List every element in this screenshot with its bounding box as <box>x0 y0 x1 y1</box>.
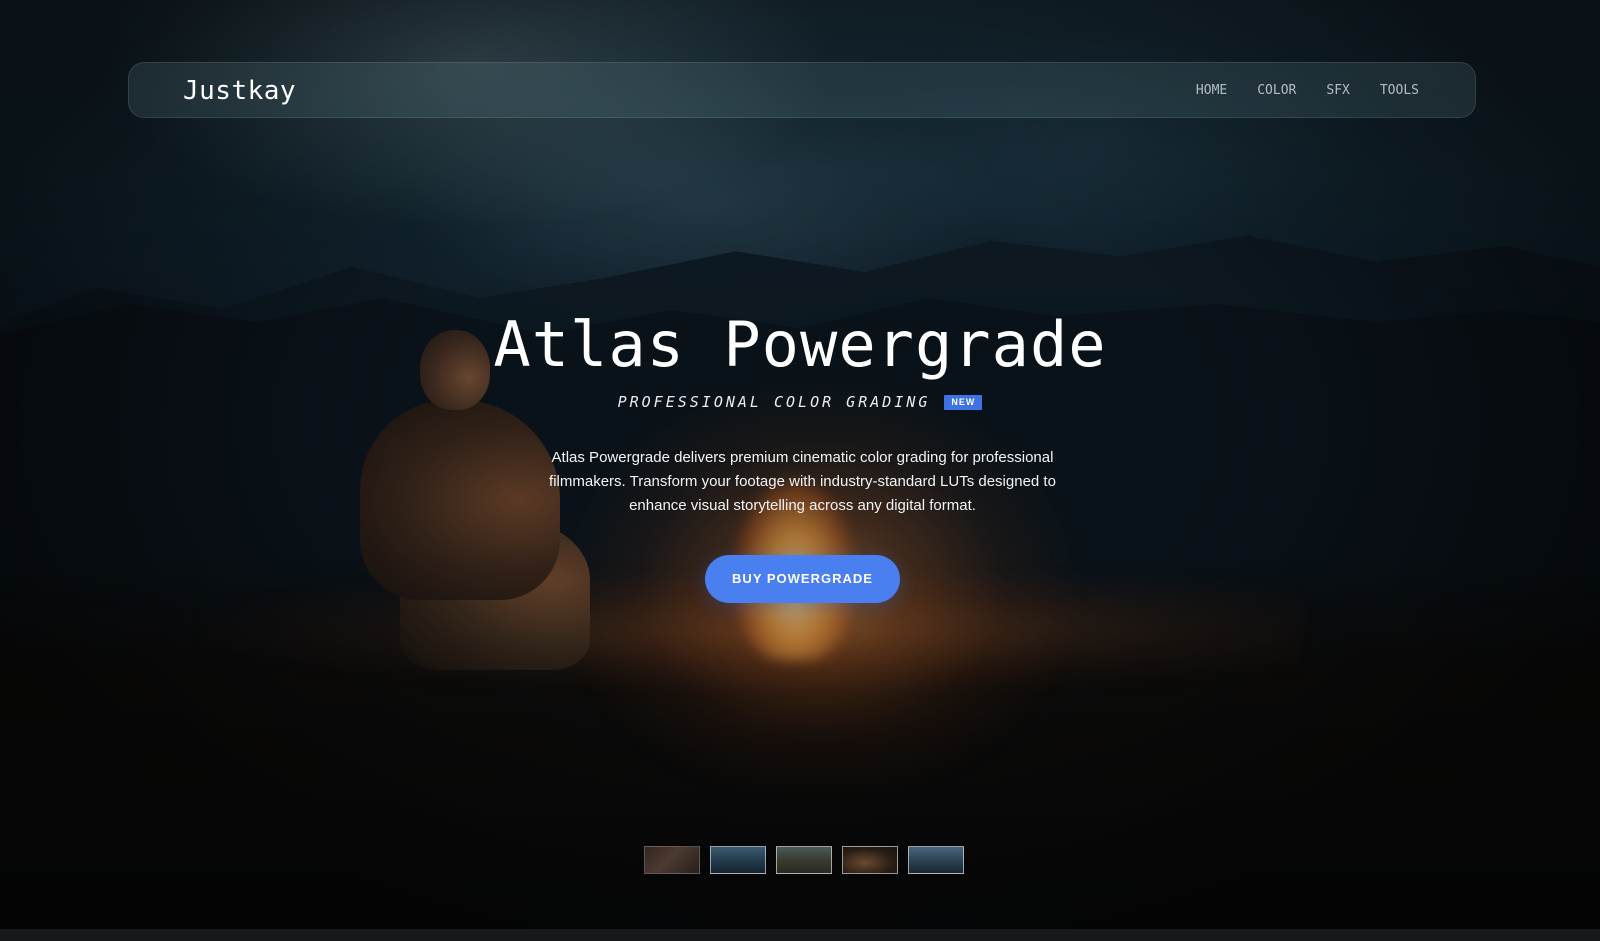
bottom-edge <box>0 929 1600 941</box>
nav-links: HOME COLOR SFX TOOLS <box>1196 82 1419 100</box>
thumbnail-landscape[interactable] <box>908 846 964 874</box>
hero-subtitle-row: PROFESSIONAL COLOR GRADING NEW <box>0 392 1600 412</box>
nav-link-home[interactable]: HOME <box>1196 82 1227 100</box>
thumbnail-strip <box>644 846 964 874</box>
new-badge: NEW <box>944 394 983 410</box>
thumbnail-night-figure[interactable] <box>842 846 898 874</box>
thumbnail-mountains[interactable] <box>710 846 766 874</box>
nav-link-sfx[interactable]: SFX <box>1326 82 1349 100</box>
buy-powergrade-button[interactable]: BUY POWERGRADE <box>705 555 900 603</box>
thumbnail-campfire[interactable] <box>644 846 700 874</box>
hero-subtitle: PROFESSIONAL COLOR GRADING <box>617 393 931 411</box>
thumbnail-tent[interactable] <box>776 846 832 874</box>
navbar: Justkay HOME COLOR SFX TOOLS <box>128 62 1476 118</box>
hero-title: Atlas Powergrade <box>493 308 1107 381</box>
nav-link-color[interactable]: COLOR <box>1257 82 1296 100</box>
hero-description: Atlas Powergrade delivers premium cinema… <box>549 449 1056 514</box>
nav-link-tools[interactable]: TOOLS <box>1380 82 1419 100</box>
brand-logo[interactable]: Justkay <box>183 75 296 107</box>
